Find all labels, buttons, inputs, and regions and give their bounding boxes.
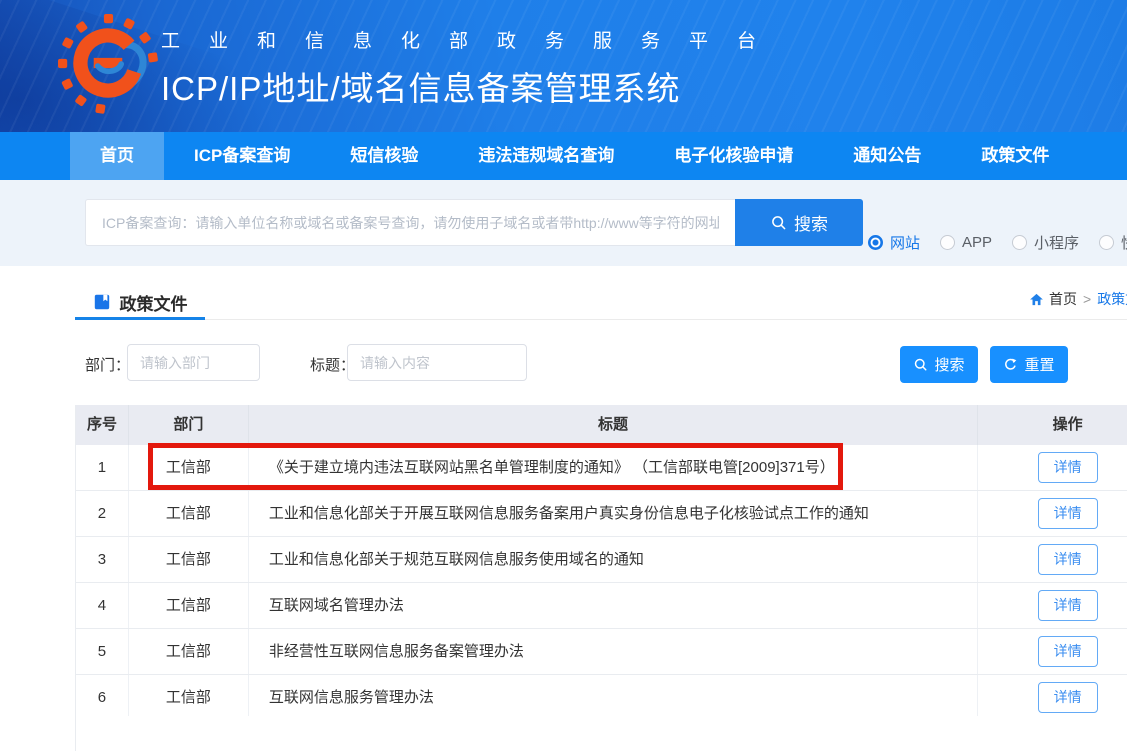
row-op-cell: 详情 (978, 445, 1127, 490)
table-row: 1 工信部 《关于建立境内违法互联网站黑名单管理制度的通知》 （工信部联电管[2… (76, 445, 1127, 491)
search-type-radio[interactable]: APP (940, 234, 992, 251)
row-dept: 工信部 (129, 491, 249, 536)
icp-search-button-label: 搜索 (794, 210, 828, 235)
nav-item-link[interactable]: 短信核验 (320, 132, 448, 180)
tab-label: 政策文件 (120, 290, 188, 315)
book-icon (93, 293, 111, 311)
row-dept: 工信部 (129, 583, 249, 628)
main-nav: 首页ICP备案查询短信核验违法违规域名查询电子化核验申请通知公告政策文件 (0, 132, 1127, 180)
row-title: 互联网信息服务管理办法 (249, 675, 978, 720)
section-tab-row: 政策文件 首页 > 政策文件 (0, 280, 1127, 322)
search-type-radio[interactable]: 小程序 (1012, 232, 1079, 253)
nav-item-link[interactable]: 政策文件 (951, 132, 1079, 180)
row-op-cell: 详情 (978, 491, 1127, 536)
row-no: 5 (76, 629, 129, 674)
tab-policy-files[interactable]: 政策文件 (75, 284, 205, 320)
row-dept: 工信部 (129, 537, 249, 582)
dept-filter-input[interactable] (127, 344, 260, 381)
title-filter-input[interactable] (347, 344, 527, 381)
filter-reset-button[interactable]: 重置 (990, 346, 1068, 383)
row-dept: 工信部 (129, 675, 249, 720)
row-title: 工业和信息化部关于规范互联网信息服务使用域名的通知 (249, 537, 978, 582)
breadcrumb-home-label: 首页 (1049, 289, 1077, 309)
row-no: 6 (76, 675, 129, 720)
table-row: 5 工信部 非经营性互联网信息服务备案管理办法 详情 (76, 629, 1127, 675)
filter-reset-label: 重置 (1024, 354, 1054, 375)
nav-item-link[interactable]: ICP备案查询 (164, 132, 320, 180)
row-op-cell: 详情 (978, 629, 1127, 674)
table-footer-area (75, 716, 1127, 751)
dept-filter-label: 部门： (85, 354, 130, 375)
radio-selected-icon (868, 235, 883, 250)
table-row: 3 工信部 工业和信息化部关于规范互联网信息服务使用域名的通知 详情 (76, 537, 1127, 583)
radio-icon (940, 235, 955, 250)
tab-divider (75, 319, 1127, 320)
row-dept: 工信部 (129, 445, 249, 490)
policy-table: 序号 部门 标题 操作 1 工信部 《关于建立境内违法互联网站黑名单管理制度的通… (75, 405, 1127, 721)
row-no: 3 (76, 537, 129, 582)
row-op-cell: 详情 (978, 537, 1127, 582)
row-dept: 工信部 (129, 629, 249, 674)
breadcrumb: 首页 > 政策文件 (1029, 289, 1127, 309)
filter-bar: 部门： 标题： 搜索 重置 (0, 344, 1127, 382)
search-type-label: 小程序 (1034, 232, 1079, 253)
search-type-radio[interactable]: 快应用 (1099, 232, 1127, 253)
search-icon (913, 357, 928, 372)
table-body: 1 工信部 《关于建立境内违法互联网站黑名单管理制度的通知》 （工信部联电管[2… (76, 445, 1127, 721)
nav-item-link[interactable]: 通知公告 (823, 132, 951, 180)
row-title: 非经营性互联网信息服务备案管理办法 (249, 629, 978, 674)
table-row: 6 工信部 互联网信息服务管理办法 详情 (76, 675, 1127, 721)
table-row: 4 工信部 互联网域名管理办法 详情 (76, 583, 1127, 629)
col-header-op: 操作 (978, 405, 1127, 445)
icp-search-button[interactable]: 搜索 (735, 199, 863, 246)
col-header-no: 序号 (76, 405, 129, 445)
filter-search-button[interactable]: 搜索 (900, 346, 978, 383)
nav-item-link[interactable]: 电子化核验申请 (644, 132, 823, 180)
home-icon (1029, 292, 1044, 307)
radio-icon (1099, 235, 1114, 250)
site-header: 工业和信息化部政务服务平台 ICP/IP地址/域名信息备案管理系统 (0, 0, 1127, 132)
detail-button[interactable]: 详情 (1038, 498, 1098, 529)
table-header-row: 序号 部门 标题 操作 (76, 405, 1127, 445)
col-header-title: 标题 (249, 405, 978, 445)
row-title: 互联网域名管理办法 (249, 583, 978, 628)
breadcrumb-home-link[interactable]: 首页 (1029, 289, 1077, 309)
header-subtitle: 工业和信息化部政务服务平台 (161, 26, 785, 53)
detail-button[interactable]: 详情 (1038, 590, 1098, 621)
detail-button[interactable]: 详情 (1038, 682, 1098, 713)
col-header-dept: 部门 (129, 405, 249, 445)
row-no: 1 (76, 445, 129, 490)
search-type-radio[interactable]: 网站 (868, 232, 920, 253)
row-title: 工业和信息化部关于开展互联网信息服务备案用户真实身份信息电子化核验试点工作的通知 (249, 491, 978, 536)
page-title: ICP/IP地址/域名信息备案管理系统 (161, 62, 785, 110)
search-type-label: APP (962, 234, 992, 251)
detail-button[interactable]: 详情 (1038, 636, 1098, 667)
nav-item-link[interactable]: 违法违规域名查询 (448, 132, 644, 180)
search-icon (770, 214, 787, 231)
breadcrumb-separator: > (1083, 291, 1091, 307)
detail-button[interactable]: 详情 (1038, 452, 1098, 483)
miit-logo-icon (57, 13, 159, 115)
row-no: 2 (76, 491, 129, 536)
search-type-label: 网站 (890, 232, 920, 253)
filter-search-label: 搜索 (934, 354, 964, 375)
icp-search-bar: 搜索 网站 APP 小程序 快应用 (0, 180, 1127, 266)
reset-icon (1003, 357, 1018, 372)
tab-active-underline (75, 317, 205, 320)
row-op-cell: 详情 (978, 675, 1127, 720)
row-title: 《关于建立境内违法互联网站黑名单管理制度的通知》 （工信部联电管[2009]37… (249, 445, 978, 490)
radio-icon (1012, 235, 1027, 250)
icp-search-input[interactable] (85, 199, 735, 246)
table-row: 2 工信部 工业和信息化部关于开展互联网信息服务备案用户真实身份信息电子化核验试… (76, 491, 1127, 537)
nav-item-active[interactable]: 首页 (70, 132, 164, 180)
search-type-group: 网站 APP 小程序 快应用 (868, 180, 1127, 266)
detail-button[interactable]: 详情 (1038, 544, 1098, 575)
row-no: 4 (76, 583, 129, 628)
search-type-label: 快应用 (1121, 232, 1127, 253)
row-op-cell: 详情 (978, 583, 1127, 628)
breadcrumb-current: 政策文件 (1097, 289, 1127, 309)
